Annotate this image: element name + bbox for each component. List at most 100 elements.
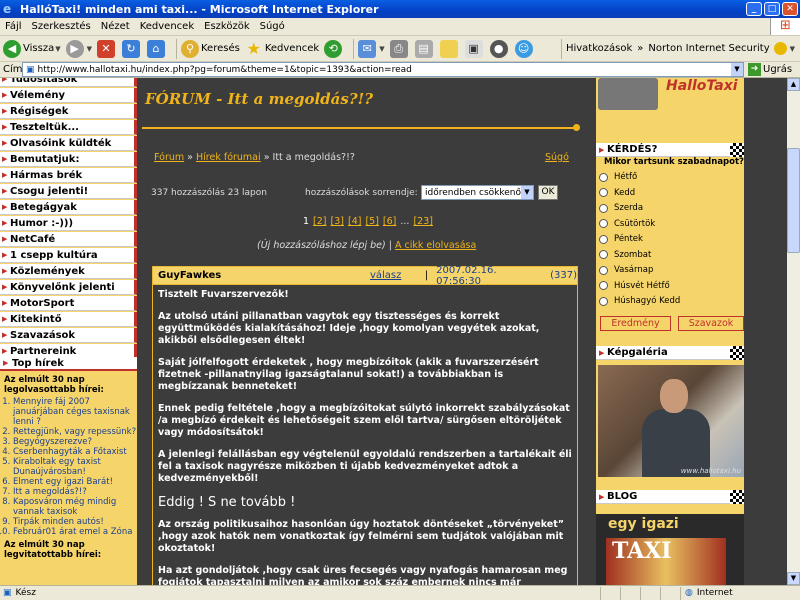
go-button[interactable]: ➜ Ugrás bbox=[748, 63, 792, 76]
banner-image[interactable]: HalloTaxi bbox=[598, 78, 742, 113]
favorites-button[interactable]: ★ Kedvencek bbox=[245, 39, 320, 58]
page-link[interactable]: [23] bbox=[413, 216, 433, 227]
messenger-button[interactable]: ● bbox=[489, 39, 510, 58]
poll-option[interactable]: Húsvét Hétfő bbox=[599, 281, 670, 291]
print-button[interactable]: ⎙ bbox=[389, 39, 410, 58]
menu-favorites[interactable]: Kedvencek bbox=[135, 21, 199, 32]
page-link[interactable]: [5] bbox=[365, 216, 378, 227]
poll-option[interactable]: Hétfő bbox=[599, 172, 637, 182]
left-menu-item[interactable]: ▶ Betegágyak bbox=[0, 200, 137, 215]
poll-option[interactable]: Vasárnap bbox=[599, 265, 653, 275]
close-button[interactable]: ✕ bbox=[782, 2, 798, 16]
radio-button[interactable] bbox=[599, 296, 608, 306]
menu-tools[interactable]: Eszközök bbox=[199, 21, 255, 32]
top-news-item[interactable]: Tirpák minden autós! bbox=[13, 517, 137, 527]
norton-button[interactable]: Norton Internet Security ▼ bbox=[648, 42, 795, 55]
page-link[interactable]: [2] bbox=[313, 216, 326, 227]
help-link[interactable]: Súgó bbox=[545, 152, 569, 163]
radio-button[interactable] bbox=[599, 203, 608, 213]
window-titlebar[interactable]: e HallóTaxi! minden ami taxi... - Micros… bbox=[0, 0, 800, 18]
poll-option[interactable]: Húshagyó Kedd bbox=[599, 296, 680, 306]
left-menu-item[interactable]: ▶ Közlemények bbox=[0, 264, 137, 279]
radio-button[interactable] bbox=[599, 234, 608, 244]
address-input[interactable]: ▣ http://www.hallotaxi.hu/index.php?pg=f… bbox=[22, 62, 744, 77]
stop-button[interactable]: ✕ bbox=[96, 39, 117, 58]
radio-button[interactable] bbox=[599, 250, 608, 259]
ok-button[interactable]: OK bbox=[538, 185, 558, 200]
forward-button[interactable]: ▶ ▼ bbox=[65, 39, 92, 58]
menu-view[interactable]: Nézet bbox=[96, 21, 135, 32]
left-menu-item[interactable]: ▶ Teszteltük... bbox=[0, 120, 137, 135]
back-button[interactable]: ◀ Vissza ▼ bbox=[3, 39, 61, 58]
top-news-item[interactable]: Elment egy igazi Barát! bbox=[13, 477, 137, 487]
breadcrumb-news-forums[interactable]: Hírek fórumai bbox=[196, 152, 261, 163]
left-menu-item[interactable]: ▶ Bemutatjuk: bbox=[0, 152, 137, 167]
poll-option[interactable]: Szerda bbox=[599, 203, 643, 213]
left-menu-item[interactable]: ▶ Vélemény bbox=[0, 88, 137, 103]
results-button[interactable]: Eredmény bbox=[600, 316, 671, 331]
left-menu-item[interactable]: ▶ Humor :-))) bbox=[0, 216, 137, 231]
address-dropdown-icon[interactable]: ▼ bbox=[731, 63, 743, 76]
home-button[interactable]: ⌂ bbox=[146, 39, 167, 58]
vote-button[interactable]: Szavazok bbox=[678, 316, 744, 331]
left-menu-item[interactable]: ▶ Könyvelőnk jelenti bbox=[0, 280, 137, 295]
chevron-down-icon[interactable]: ▼ bbox=[790, 45, 795, 53]
radio-button[interactable] bbox=[599, 265, 608, 275]
research-button[interactable]: ▣ bbox=[464, 39, 485, 58]
left-menu-item[interactable]: ▶ Régiségek bbox=[0, 104, 137, 119]
left-menu-item[interactable]: ▶ NetCafé bbox=[0, 232, 137, 247]
chevron-down-icon[interactable]: ▼ bbox=[379, 45, 384, 53]
left-menu-item[interactable]: ▶ Olvasóink küldték bbox=[0, 136, 137, 151]
top-news-item[interactable]: Itt a megoldás?!? bbox=[13, 487, 137, 497]
notes-button[interactable] bbox=[439, 39, 460, 58]
maximize-button[interactable]: □ bbox=[764, 2, 780, 16]
top-news-item[interactable]: Február01 árat emel a Zóna bbox=[13, 527, 137, 537]
menu-help[interactable]: Súgó bbox=[255, 21, 290, 32]
menu-file[interactable]: Fájl bbox=[0, 21, 27, 32]
radio-button[interactable] bbox=[599, 219, 608, 228]
top-news-item[interactable]: Begyógyszerezve? bbox=[13, 437, 137, 447]
reply-link[interactable]: válasz bbox=[370, 270, 425, 281]
edit-button[interactable]: ▤ bbox=[414, 39, 435, 58]
page-link[interactable]: [6] bbox=[383, 216, 396, 227]
top-news-item[interactable]: Kiraboltak egy taxist Dunaújvárosban! bbox=[13, 457, 137, 477]
left-menu-item[interactable]: ▶ 1 csepp kultúra bbox=[0, 248, 137, 263]
read-article-link[interactable]: A cikk elolvasása bbox=[395, 240, 476, 251]
gallery-photo[interactable]: www.hallotaxi.hu bbox=[598, 365, 744, 477]
poll-option[interactable]: Kedd bbox=[599, 188, 635, 198]
poll-option[interactable]: Péntek bbox=[599, 234, 643, 244]
top-news-item[interactable]: Rettegjünk, vagy repessünk? bbox=[13, 427, 137, 437]
blog-image[interactable]: egy igazi TAXI bbox=[596, 514, 744, 585]
top-news-item[interactable]: Cserbenhagyták a Főtaxist bbox=[13, 447, 137, 457]
left-menu-item[interactable]: ▶ Szavazások bbox=[0, 328, 137, 343]
page-link[interactable]: [3] bbox=[331, 216, 344, 227]
msn-button[interactable]: ☺ bbox=[514, 39, 535, 58]
history-button[interactable]: ⟲ bbox=[324, 39, 344, 58]
left-menu-item[interactable]: ▶ Kitekintő bbox=[0, 312, 137, 327]
poll-option[interactable]: Csütörtök bbox=[599, 219, 655, 229]
left-menu-item[interactable]: ▶ Hármas brék bbox=[0, 168, 137, 183]
chevron-down-icon[interactable]: ▼ bbox=[87, 45, 92, 53]
left-menu-item[interactable]: ▶ MotorSport bbox=[0, 296, 137, 311]
scroll-thumb[interactable] bbox=[787, 148, 800, 253]
scroll-up-icon[interactable]: ▲ bbox=[787, 78, 800, 91]
mail-button[interactable]: ✉ ▼ bbox=[358, 39, 385, 58]
poll-option[interactable]: Szombat bbox=[599, 250, 651, 260]
chevron-down-icon[interactable]: ▼ bbox=[55, 45, 60, 53]
breadcrumb-forum[interactable]: Fórum bbox=[154, 152, 184, 163]
left-menu-item[interactable]: ▶ Tudósítások bbox=[0, 78, 137, 87]
radio-button[interactable] bbox=[599, 172, 608, 182]
links-button[interactable]: Hivatkozások bbox=[566, 43, 632, 54]
vertical-scrollbar[interactable]: ▲ ▼ bbox=[787, 78, 800, 585]
minimize-button[interactable]: _ bbox=[746, 2, 762, 16]
refresh-button[interactable]: ↻ bbox=[121, 39, 142, 58]
top-news-item[interactable]: Mennyire fáj 2007 januárjában céges taxi… bbox=[13, 397, 137, 427]
menu-edit[interactable]: Szerkesztés bbox=[27, 21, 96, 32]
radio-button[interactable] bbox=[599, 188, 608, 197]
radio-button[interactable] bbox=[599, 281, 608, 290]
page-link[interactable]: [4] bbox=[348, 216, 361, 227]
search-button[interactable]: ⚲ Keresés bbox=[180, 39, 240, 58]
left-menu-item[interactable]: ▶ Csogu jelenti! bbox=[0, 184, 137, 199]
links-more-icon[interactable]: » bbox=[637, 43, 643, 54]
top-news-item[interactable]: Kaposváron még mindig vannak taxisok bbox=[13, 497, 137, 517]
